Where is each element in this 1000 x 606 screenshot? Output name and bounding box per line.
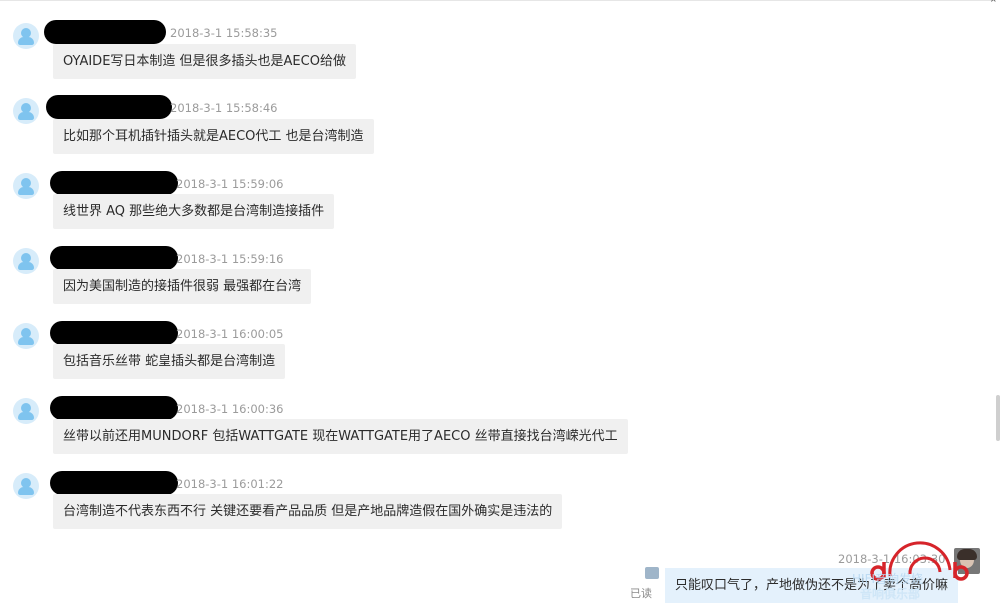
redacted-username — [44, 20, 166, 44]
watermark-text-secondary: 音响俱乐部 — [860, 587, 921, 601]
message-timestamp: 2018-3-1 16:00:05 — [176, 327, 284, 341]
message-timestamp: 2018-3-1 15:59:16 — [176, 252, 284, 266]
contact-avatar-icon[interactable] — [13, 98, 39, 124]
redacted-username — [50, 246, 178, 270]
message-bubble[interactable]: 台湾制造不代表东西不行 关键还要看产品品质 但是产地品牌造假在国外确实是违法的 — [53, 494, 563, 529]
redacted-username — [50, 396, 178, 420]
chat-scrollbar[interactable] — [996, 395, 1000, 441]
contact-avatar-icon[interactable] — [13, 173, 39, 199]
message-bubble[interactable]: 包括音乐丝带 蛇皇插头都是台湾制造 — [53, 344, 286, 379]
contact-avatar-icon[interactable] — [13, 398, 39, 424]
message-bubble[interactable]: 线世界 AQ 那些绝大多数都是台湾制造接插件 — [53, 194, 335, 229]
redacted-username — [50, 321, 178, 345]
message-timestamp: 2018-3-1 15:58:46 — [170, 101, 278, 115]
redacted-username — [50, 471, 178, 495]
contact-avatar-icon[interactable] — [13, 23, 39, 49]
top-divider — [0, 0, 992, 1]
message-timestamp: 2018-3-1 16:00:36 — [176, 402, 284, 416]
contact-avatar-icon[interactable] — [13, 323, 39, 349]
message-bubble[interactable]: OYAIDE写日本制造 但是很多插头也是AECO给做 — [53, 44, 356, 79]
message-bubble[interactable]: 比如那个耳机插针插头就是AECO代工 也是台湾制造 — [53, 119, 374, 154]
read-receipt-icon — [645, 562, 659, 579]
redacted-username — [50, 171, 178, 195]
contact-avatar-icon[interactable] — [13, 473, 39, 499]
message-timestamp: 2018-3-1 16:01:22 — [176, 477, 284, 491]
message-bubble[interactable]: 丝带以前还用MUNDORF 包括WATTGATE 现在WATTGATE用了AEC… — [53, 419, 628, 454]
redacted-username — [46, 95, 172, 119]
message-timestamp: 2018-3-1 15:58:35 — [170, 26, 278, 40]
contact-avatar-icon[interactable] — [13, 248, 39, 274]
message-bubble[interactable]: 因为美国制造的接插件很弱 最强都在台湾 — [53, 269, 312, 304]
message-timestamp: 2018-3-1 15:59:06 — [176, 177, 284, 191]
corner-arrow-icon[interactable]: ⌃ — [989, 0, 998, 10]
read-status-label: 已读 — [630, 587, 652, 600]
